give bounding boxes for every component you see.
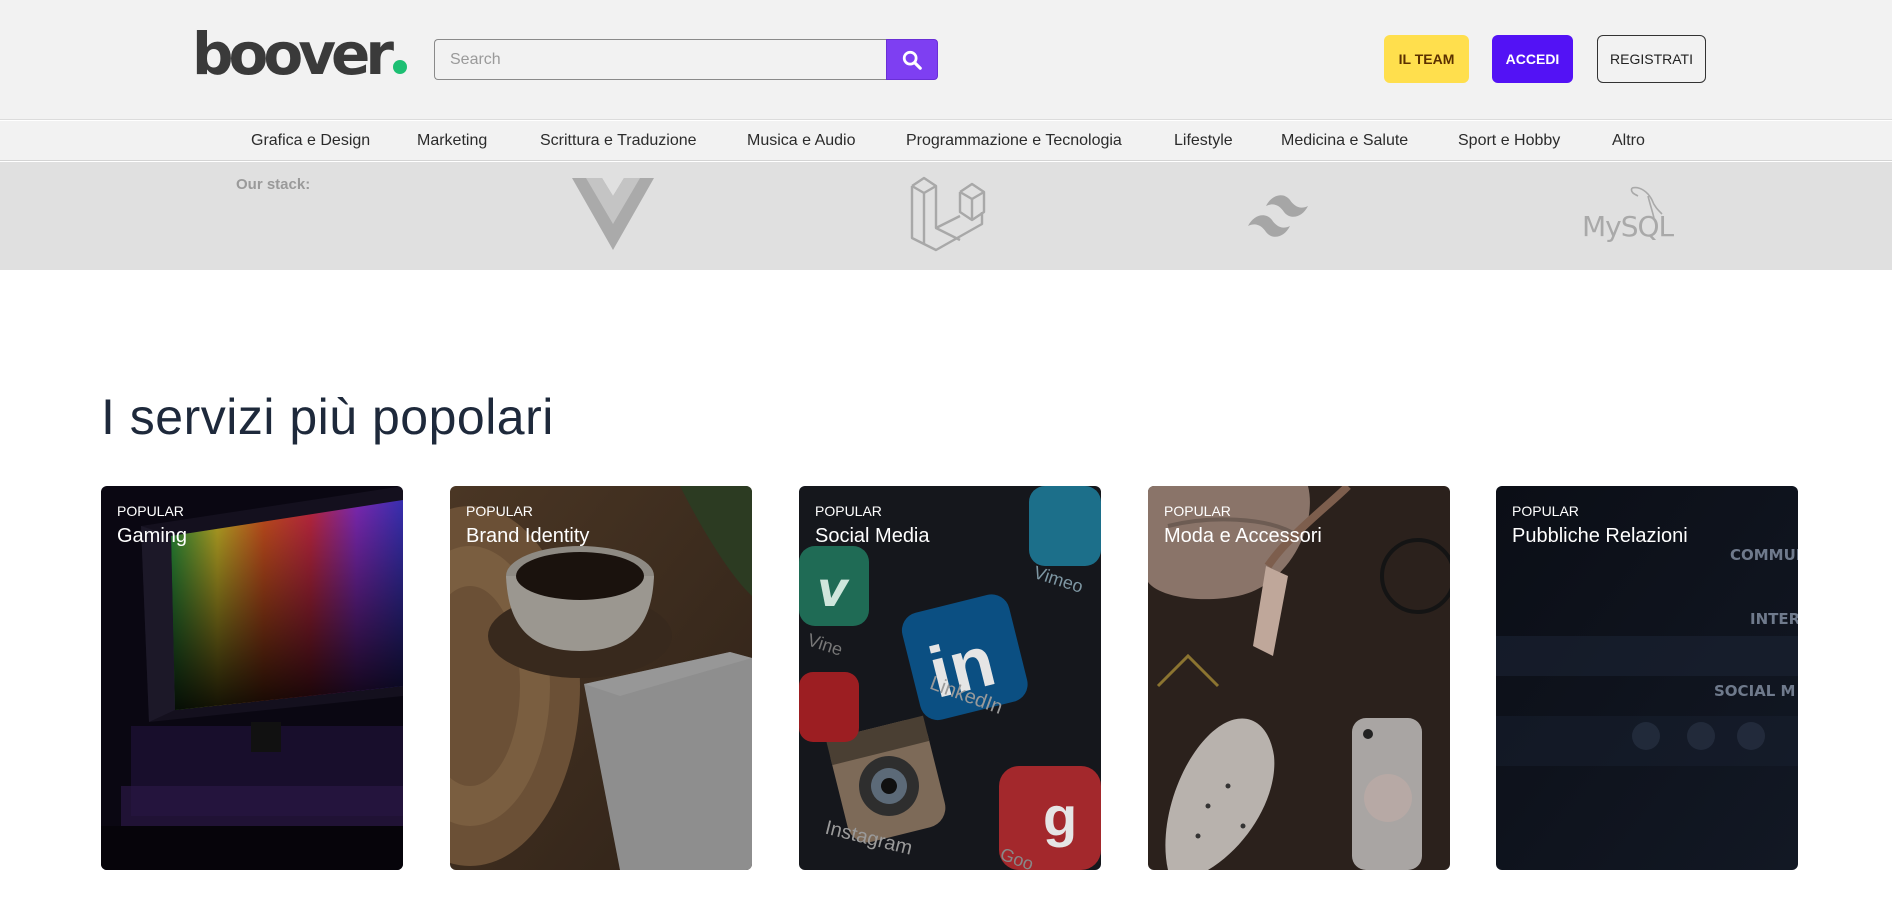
svg-text:v: v: [817, 562, 850, 618]
service-card-social-media[interactable]: v in LinkedIn Vimeo Vine Instagram g Goo…: [799, 486, 1101, 870]
card-title: Moda e Accessori: [1164, 525, 1322, 547]
category-altro[interactable]: Altro: [1612, 121, 1645, 161]
category-grafica-design[interactable]: Grafica e Design: [251, 121, 370, 161]
category-sport-hobby[interactable]: Sport e Hobby: [1458, 121, 1560, 161]
card-title: Pubbliche Relazioni: [1512, 525, 1688, 547]
category-programmazione-tecnologia[interactable]: Programmazione e Tecnologia: [906, 121, 1122, 161]
stack-label: Our stack:: [236, 176, 311, 193]
tech-stack-band: Our stack: MySQL: [0, 162, 1892, 270]
section-title: I servizi più popolari: [101, 389, 554, 445]
tailwind-logo-icon: [1248, 195, 1308, 237]
card-eyebrow: POPULAR: [1512, 503, 1579, 519]
card-title: Brand Identity: [466, 525, 590, 547]
site-header: boover IL TEAM ACCEDI REGISTRATI: [0, 0, 1892, 120]
logo-text[interactable]: boover: [192, 20, 394, 88]
mysql-logo-text: MySQL: [1582, 210, 1674, 243]
search-button[interactable]: [886, 39, 938, 80]
category-scrittura-traduzione[interactable]: Scrittura e Traduzione: [540, 121, 697, 161]
pr-image-text: COMMUN: [1730, 546, 1798, 564]
vue-logo-icon: [572, 178, 654, 250]
search-bar: [434, 39, 938, 80]
category-medicina-salute[interactable]: Medicina e Salute: [1281, 121, 1408, 161]
card-title: Social Media: [815, 525, 930, 547]
svg-text:g: g: [1043, 785, 1077, 848]
card-eyebrow: POPULAR: [815, 503, 882, 519]
logo[interactable]: boover: [192, 22, 407, 86]
search-input[interactable]: [434, 39, 886, 80]
team-button[interactable]: IL TEAM: [1384, 35, 1469, 83]
laravel-logo-icon: [910, 176, 986, 252]
category-marketing[interactable]: Marketing: [417, 121, 487, 161]
category-nav: Grafica e Design Marketing Scrittura e T…: [0, 121, 1892, 161]
service-card-brand-identity[interactable]: POPULAR Brand Identity: [450, 486, 752, 870]
pr-image-text: SOCIAL M: [1714, 682, 1795, 700]
login-button[interactable]: ACCEDI: [1492, 35, 1573, 83]
card-eyebrow: POPULAR: [1164, 503, 1231, 519]
category-lifestyle[interactable]: Lifestyle: [1174, 121, 1233, 161]
card-eyebrow: POPULAR: [466, 503, 533, 519]
service-card-gaming[interactable]: POPULAR Gaming: [101, 486, 403, 870]
pr-image-text: INTER: [1750, 610, 1798, 628]
card-title: Gaming: [117, 525, 188, 547]
category-musica-audio[interactable]: Musica e Audio: [747, 121, 856, 161]
search-icon: [902, 50, 922, 70]
logo-dot: [392, 60, 407, 74]
card-eyebrow: POPULAR: [117, 503, 184, 519]
service-card-moda-accessori[interactable]: POPULAR Moda e Accessori: [1148, 486, 1450, 870]
service-card-pubbliche-relazioni[interactable]: COMMUN INTER SOCIAL M POPULAR Pubbliche Re…: [1496, 486, 1798, 870]
register-button[interactable]: REGISTRATI: [1597, 35, 1706, 83]
